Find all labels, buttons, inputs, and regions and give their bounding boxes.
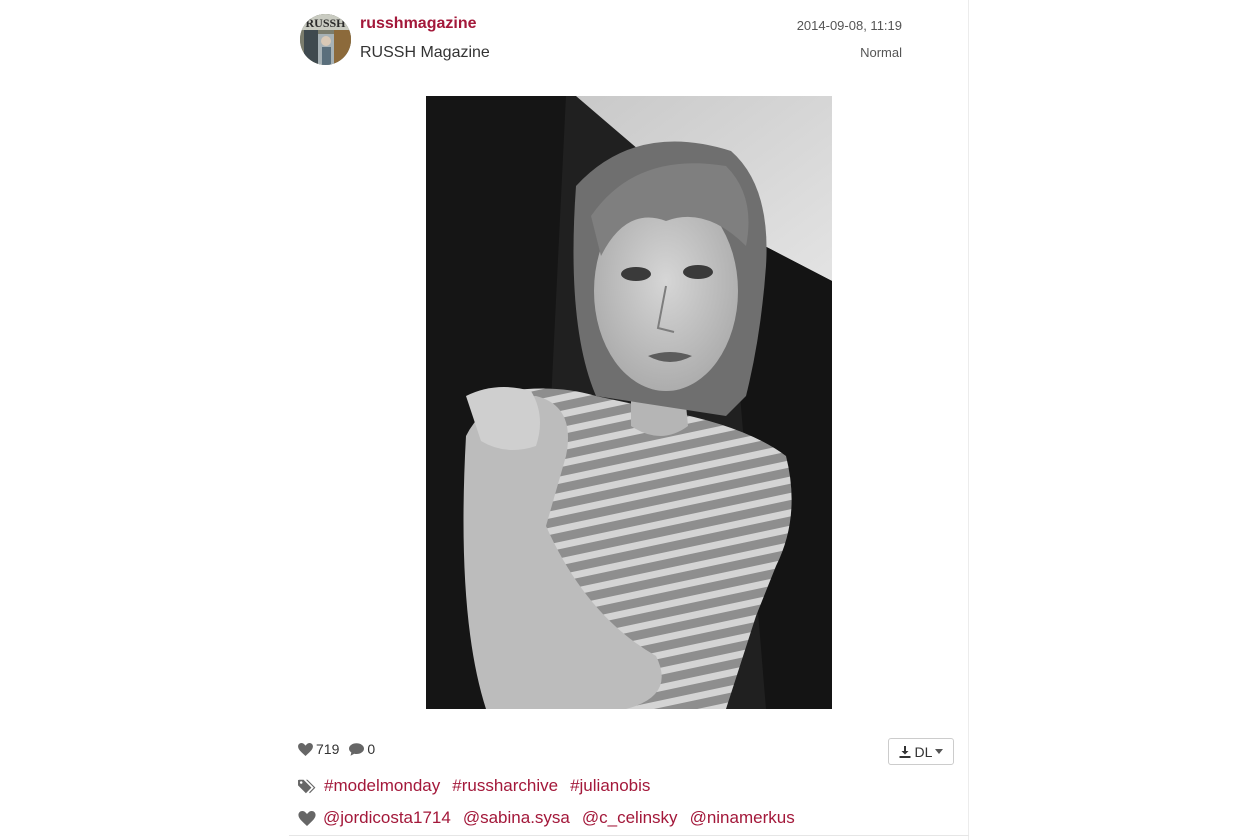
profile-avatar[interactable]: RUSSH [300, 14, 351, 65]
full-name: RUSSH Magazine [360, 44, 490, 61]
hashtag-link[interactable]: #russharchive [452, 776, 558, 796]
download-label: DL [914, 743, 933, 760]
avatar-logo-text: RUSSH [305, 16, 346, 30]
comments-count: 0 [367, 741, 376, 757]
heart-icon [298, 810, 316, 826]
post-stats: 719 0 [298, 739, 385, 759]
filter-name: Normal [860, 45, 902, 60]
divider [289, 835, 969, 836]
caret-down-icon [935, 749, 944, 754]
tags-icon [298, 779, 317, 794]
post-timestamp: 2014-09-08, 11:19 [796, 18, 902, 33]
download-button[interactable]: DL [888, 738, 954, 765]
mention-link[interactable]: @ninamerkus [690, 808, 795, 828]
comment-bubble-icon [349, 742, 365, 756]
heart-icon [298, 742, 313, 756]
likes-count: 719 [316, 741, 340, 757]
post-photo[interactable] [426, 96, 832, 709]
mention-link[interactable]: @jordicosta1714 [323, 808, 451, 828]
post-card: RUSSH russhmagazine RUSSH Magazine 2014-… [289, 0, 969, 840]
hashtag-link[interactable]: #modelmonday [324, 776, 440, 796]
mention-link[interactable]: @c_celinsky [582, 808, 678, 828]
mention-link[interactable]: @sabina.sysa [463, 808, 570, 828]
comments-stat: 0 [349, 741, 375, 757]
mention-list: @jordicosta1714 @sabina.sysa @c_celinsky… [298, 806, 807, 830]
hashtag-list: #modelmonday #russharchive #julianobis [298, 774, 662, 798]
download-icon [899, 745, 911, 758]
likes-stat: 719 [298, 741, 339, 757]
username-link[interactable]: russhmagazine [360, 15, 476, 33]
hashtag-link[interactable]: #julianobis [570, 776, 650, 796]
